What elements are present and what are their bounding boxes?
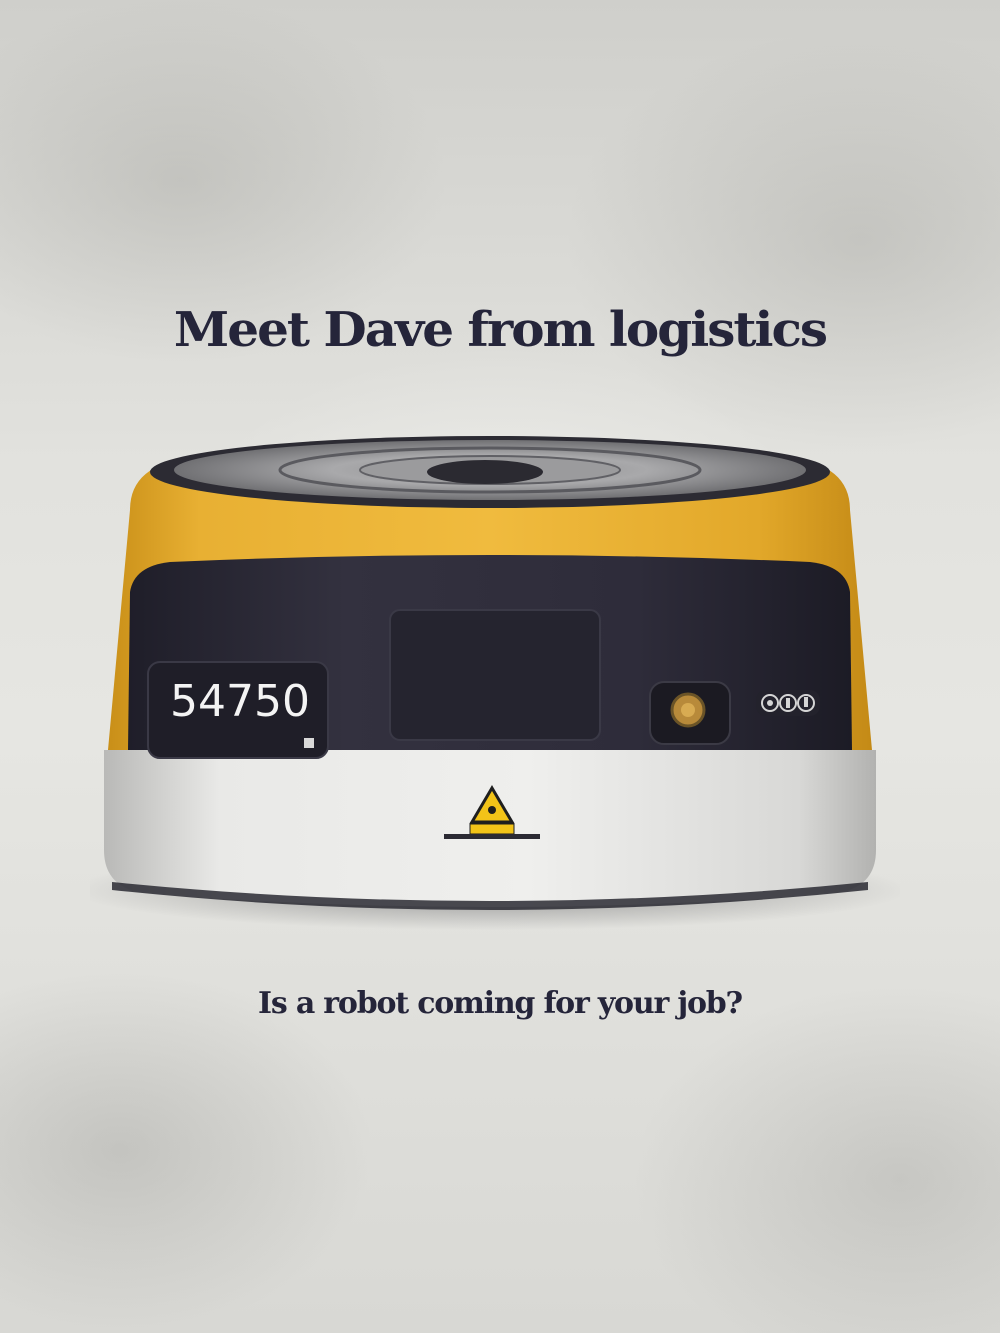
power-button-icon	[649, 681, 731, 745]
headline: Meet Dave from logistics	[173, 301, 828, 358]
status-lights-icon	[756, 690, 820, 716]
lid-center-hole	[427, 460, 543, 484]
subheadline: Is a robot coming for your job?	[258, 986, 743, 1021]
robot-id-number: 54750	[170, 676, 310, 727]
